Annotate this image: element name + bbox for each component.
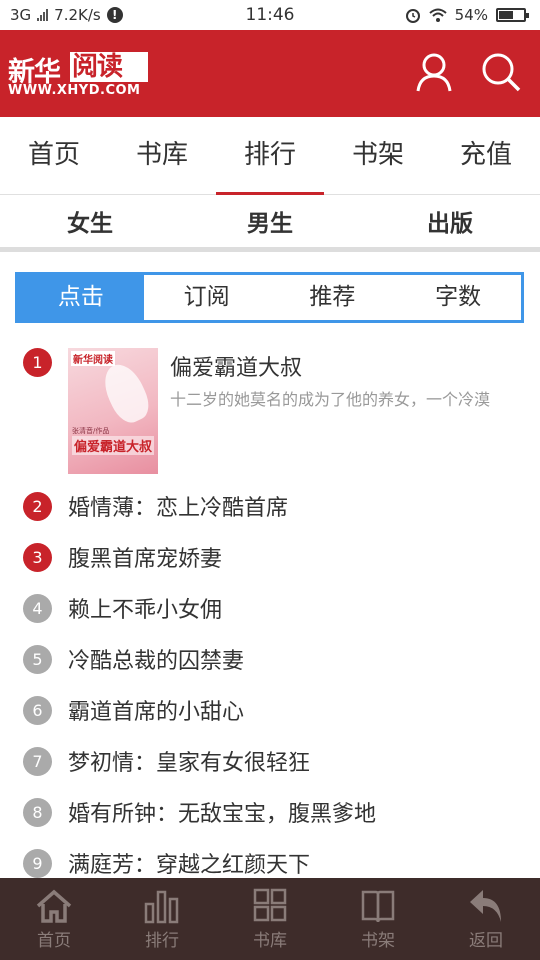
book-icon <box>361 890 395 923</box>
tab-female[interactable]: 女生 <box>0 196 180 247</box>
list-item[interactable]: 8 婚有所钟：无敌宝宝，腹黑爹地 <box>0 790 540 840</box>
book-title: 霸道首席的小甜心 <box>68 700 245 725</box>
app-header: 新华 阅读 WWW.XHYD.COM <box>0 30 540 117</box>
user-button[interactable] <box>412 50 456 94</box>
seg-subscriptions[interactable]: 订阅 <box>144 275 270 320</box>
list-item[interactable]: 7 梦初情：皇家有女很轻狂 <box>0 739 540 789</box>
tab-ranking[interactable]: 排行 <box>216 117 324 195</box>
tab-recharge[interactable]: 充值 <box>432 117 540 194</box>
tab-male[interactable]: 男生 <box>180 196 360 247</box>
book-title: 满庭芳：穿越之红颜天下 <box>68 853 311 878</box>
seg-clicks[interactable]: 点击 <box>18 275 144 320</box>
rank-badge: 6 <box>23 696 52 725</box>
status-right: 54% <box>405 6 529 24</box>
seg-recommendations[interactable]: 推荐 <box>270 275 396 320</box>
wifi-icon <box>428 8 447 22</box>
tab-bookshelf[interactable]: 书架 <box>324 117 432 194</box>
book-title: 冷酷总裁的囚禁妻 <box>68 649 245 674</box>
tab-published[interactable]: 出版 <box>360 196 540 247</box>
rank-badge: 4 <box>23 594 52 623</box>
book-title: 梦初情：皇家有女很轻狂 <box>68 751 311 776</box>
book-description: 十二岁的她莫名的成为了他的养女，一个冷漠 <box>170 390 491 409</box>
bottom-nav-label: 首页 <box>37 931 71 951</box>
status-bar: 3G 7.2K/s ! 11:46 54% <box>0 0 540 30</box>
cover-title: 偏爱霸道大叔 <box>72 436 155 455</box>
list-item[interactable]: 2 婚情薄：恋上冷酷首席 <box>0 484 540 534</box>
bottom-nav-bookshelf[interactable]: 书架 <box>324 878 432 960</box>
bottom-nav-label: 返回 <box>469 931 503 951</box>
bottom-nav-label: 排行 <box>145 931 179 951</box>
rank-badge: 8 <box>23 798 52 827</box>
rank-badge: 7 <box>23 747 52 776</box>
bottom-nav-label: 书库 <box>253 931 287 951</box>
rank-type-selector: 点击 订阅 推荐 字数 <box>15 272 524 323</box>
bottom-nav-library[interactable]: 书库 <box>216 878 324 960</box>
book-title: 腹黑首席宠娇妻 <box>68 547 223 572</box>
back-arrow-icon <box>470 890 501 922</box>
alarm-icon <box>405 9 420 23</box>
tab-home[interactable]: 首页 <box>0 117 108 194</box>
rank-badge: 1 <box>23 348 52 377</box>
bottom-nav-back[interactable]: 返回 <box>432 878 540 960</box>
category-nav: 女生 男生 出版 <box>0 196 540 252</box>
cover-figure <box>97 358 155 428</box>
rank-badge: 5 <box>23 645 52 674</box>
search-button[interactable] <box>479 50 523 94</box>
logo-url: WWW.XHYD.COM <box>8 83 141 98</box>
book-title: 婚有所钟：无敌宝宝，腹黑爹地 <box>68 802 377 827</box>
seg-word-count[interactable]: 字数 <box>395 275 521 320</box>
battery-icon <box>496 8 529 22</box>
cover-author: 张清音/作品 <box>72 427 110 435</box>
search-icon <box>482 53 521 92</box>
book-title: 婚情薄：恋上冷酷首席 <box>68 496 289 521</box>
grid-icon <box>253 888 287 922</box>
user-icon <box>416 53 452 92</box>
bar-chart-icon <box>144 890 179 924</box>
list-item[interactable]: 1 新华阅读 张清音/作品 偏爱霸道大叔 偏爱霸道大叔 十二岁的她莫名的成为了他… <box>0 340 540 480</box>
rank-badge: 2 <box>23 492 52 521</box>
list-item[interactable]: 5 冷酷总裁的囚禁妻 <box>0 637 540 687</box>
list-item[interactable]: 4 赖上不乖小女佣 <box>0 586 540 636</box>
home-icon <box>36 889 72 923</box>
book-title: 偏爱霸道大叔 <box>170 356 303 381</box>
bottom-nav-home[interactable]: 首页 <box>0 878 108 960</box>
list-item[interactable]: 3 腹黑首席宠娇妻 <box>0 535 540 585</box>
bottom-nav-label: 书架 <box>361 931 395 951</box>
tab-library[interactable]: 书库 <box>108 117 216 194</box>
app-logo[interactable]: 新华 阅读 WWW.XHYD.COM <box>8 50 150 100</box>
book-title: 赖上不乖小女佣 <box>68 598 223 623</box>
list-item[interactable]: 6 霸道首席的小甜心 <box>0 688 540 738</box>
logo-text-yuedu: 阅读 <box>70 52 148 82</box>
rank-badge: 3 <box>23 543 52 572</box>
rank-badge: 9 <box>23 849 52 878</box>
main-nav: 首页 书库 排行 书架 充值 <box>0 117 540 195</box>
bottom-nav: 首页 排行 书库 书架 返回 <box>0 878 540 960</box>
cover-logo: 新华阅读 <box>71 351 115 366</box>
book-cover[interactable]: 新华阅读 张清音/作品 偏爱霸道大叔 <box>68 348 158 474</box>
battery-percent: 54% <box>454 6 488 24</box>
bottom-nav-ranking[interactable]: 排行 <box>108 878 216 960</box>
